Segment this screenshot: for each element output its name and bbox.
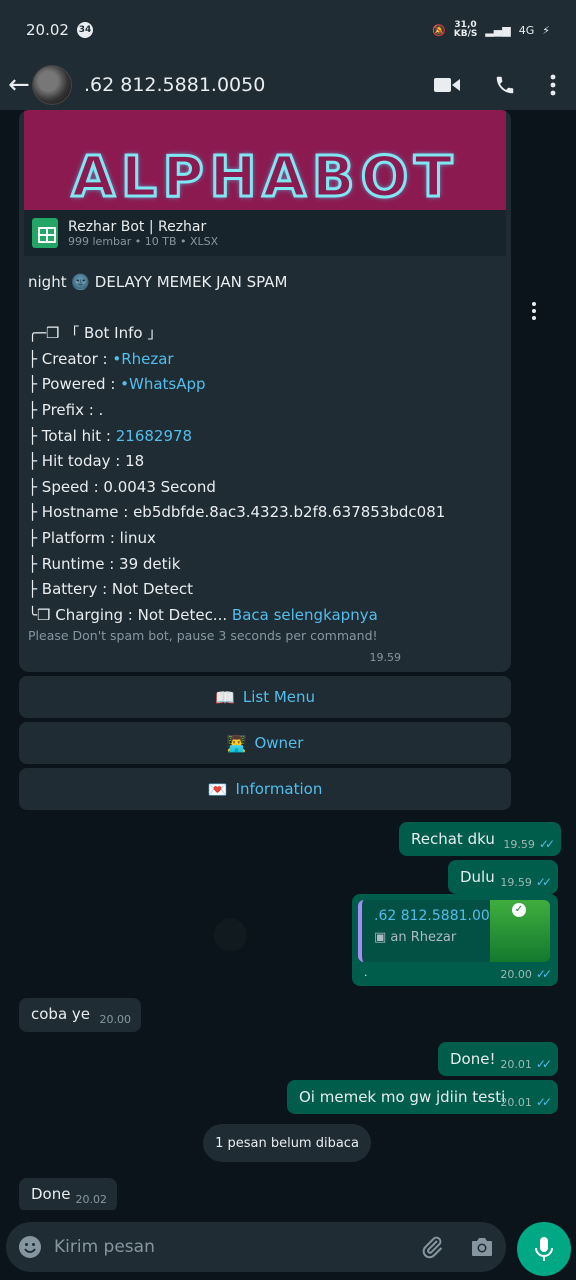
info-header: ╭─❒ 「 Bot Info 」 — [28, 324, 163, 343]
voice-call-icon[interactable] — [494, 74, 516, 96]
info-hostname: ├ Hostname : eb5dbfde.8ac3.4323.b2f8.637… — [28, 503, 446, 522]
message-time: 19.59 — [503, 837, 535, 851]
info-powered: ├ Powered : •WhatsApp — [28, 375, 206, 394]
document-meta: 999 lembar • 10 TB • XLSX — [68, 234, 219, 248]
outgoing-message[interactable]: Dulu 19.59 ✓✓ — [448, 860, 558, 894]
outgoing-message[interactable]: Oi memek mo gw jdiin testi 20.01 ✓✓ — [287, 1080, 558, 1114]
message-time: 20.00 — [99, 1013, 132, 1026]
button-label: Owner — [254, 734, 304, 752]
info-battery: ├ Battery : Not Detect — [28, 580, 193, 599]
bot-footer-note: Please Don't spam bot, pause 3 seconds p… — [28, 628, 378, 643]
read-ticks-icon: ✓✓ — [535, 875, 552, 889]
message-composer: Kirim pesan — [6, 1222, 506, 1272]
document-attachment[interactable]: Rezhar Bot | Rezhar 999 lembar • 10 TB •… — [24, 210, 506, 256]
info-speed: ├ Speed : 0.0043 Second — [28, 477, 216, 496]
message-input[interactable]: Kirim pesan — [54, 1237, 420, 1257]
attachment-icon[interactable] — [420, 1235, 444, 1259]
mute-icon: 🔕 — [432, 23, 446, 37]
clock: 20.02 — [26, 21, 69, 39]
read-ticks-icon: ✓✓ — [538, 837, 555, 851]
incoming-message[interactable]: coba ye 20.00 — [19, 998, 141, 1032]
information-button[interactable]: 💌 Information — [19, 768, 511, 810]
total-hit-link[interactable]: 21682978 — [116, 427, 192, 445]
read-ticks-icon: ✓✓ — [535, 1095, 552, 1109]
camera-icon[interactable] — [470, 1236, 494, 1258]
read-ticks-icon: ✓✓ — [535, 967, 552, 981]
quoted-sender: .62 812.5881.0050 — [374, 908, 508, 924]
greeting-line: night 🌚 DELAYY MEMEK JAN SPAM — [28, 273, 288, 291]
quoted-message[interactable]: .62 812.5881.0050 ▣ an Rhezar ✓ — [358, 900, 550, 962]
network-type: 4G — [518, 23, 535, 37]
read-ticks-icon: ✓✓ — [535, 1057, 552, 1071]
outgoing-message[interactable]: Rechat dku 19.59 ✓✓ — [399, 822, 561, 856]
status-bar: 20.02 34 🔕 31,0 KB/S ▂▄▆ 4G ⚡ — [0, 0, 576, 60]
message-time: 19.59 — [500, 875, 532, 889]
banner-logo-text: ALPHABOT — [70, 143, 459, 211]
technologist-icon: 👨‍💻 — [226, 733, 247, 753]
back-arrow-icon[interactable]: ← — [0, 70, 32, 100]
button-label: List Menu — [242, 688, 316, 706]
message-text: Done! — [450, 1050, 496, 1068]
message-time: 20.02 — [75, 1193, 108, 1206]
incoming-message[interactable]: Done 20.02 — [19, 1178, 117, 1210]
info-creator: ├ Creator : •Rhezar — [28, 349, 174, 368]
message-time: 20.00 — [500, 967, 532, 981]
info-prefix: ├ Prefix : . — [28, 400, 104, 419]
microphone-icon — [535, 1237, 553, 1261]
outgoing-message[interactable]: Done! 20.01 ✓✓ — [438, 1042, 558, 1076]
list-menu-button[interactable]: 📖 List Menu — [19, 676, 511, 718]
chat-area[interactable]: ALPHABOT Rezhar Bot | Rezhar 999 lembar … — [0, 110, 576, 1210]
voice-record-button[interactable] — [517, 1222, 571, 1276]
video-call-icon[interactable] — [434, 76, 460, 94]
notification-badge: 34 — [76, 22, 93, 38]
bot-message-body: night 🌚 DELAYY MEMEK JAN SPAM ╭─❒ 「 Bot … — [28, 270, 498, 628]
info-hit-today: ├ Hit today : 18 — [28, 452, 145, 471]
spreadsheet-icon — [32, 218, 58, 248]
forward-options-icon[interactable] — [532, 302, 536, 320]
powered-link[interactable]: •WhatsApp — [120, 375, 205, 393]
battery-icon: ⚡ — [542, 23, 550, 37]
message-text: Rechat dku — [411, 830, 495, 848]
info-runtime: ├ Runtime : 39 detik — [28, 554, 181, 573]
love-letter-icon: 💌 — [207, 779, 228, 799]
document-title: Rezhar Bot | Rezhar — [68, 218, 207, 235]
bot-message[interactable]: ALPHABOT Rezhar Bot | Rezhar 999 lembar … — [19, 110, 511, 672]
outgoing-reply-message[interactable]: .62 812.5881.0050 ▣ an Rhezar ✓ . 20.00 ✓… — [352, 894, 558, 986]
button-label: Information — [235, 780, 323, 798]
emoji-icon[interactable] — [18, 1235, 42, 1259]
signal-icon: ▂▄▆ — [485, 23, 511, 37]
info-platform: ├ Platform : linux — [28, 528, 156, 547]
message-text: . — [364, 966, 368, 979]
creator-link[interactable]: •Rhezar — [112, 350, 173, 368]
message-text: Dulu — [460, 868, 495, 886]
status-icons: 🔕 31,0 KB/S ▂▄▆ 4G ⚡ — [432, 21, 550, 39]
chat-header: ← .62 812.5881.0050 — [0, 60, 576, 110]
message-time: 20.01 — [500, 1057, 532, 1071]
message-text: coba ye — [31, 1005, 91, 1023]
quoted-text: ▣ an Rhezar — [374, 930, 457, 945]
contact-name[interactable]: .62 812.5881.0050 — [84, 74, 434, 96]
message-text: Oi memek mo gw jdiin testi — [299, 1088, 506, 1106]
owner-button[interactable]: 👨‍💻 Owner — [19, 722, 511, 764]
message-time: 20.01 — [500, 1095, 532, 1109]
message-time: 19.59 — [369, 651, 402, 664]
more-options-icon[interactable] — [550, 74, 556, 96]
avatar[interactable] — [32, 65, 72, 105]
bot-banner-image[interactable]: ALPHABOT — [24, 110, 506, 211]
quoted-thumbnail: ✓ — [490, 900, 550, 962]
info-total-hit: ├ Total hit : 21682978 — [28, 426, 193, 445]
book-icon: 📖 — [214, 687, 235, 707]
read-more-link[interactable]: Baca selengkapnya — [232, 606, 378, 624]
info-charging: ╰❒ Charging : Not Detec... Baca selengka… — [28, 605, 378, 624]
check-icon: ✓ — [512, 903, 526, 917]
message-text: Done — [31, 1185, 71, 1203]
network-speed: 31,0 KB/S — [453, 20, 478, 39]
unread-divider: 1 pesan belum dibaca — [203, 1124, 371, 1162]
